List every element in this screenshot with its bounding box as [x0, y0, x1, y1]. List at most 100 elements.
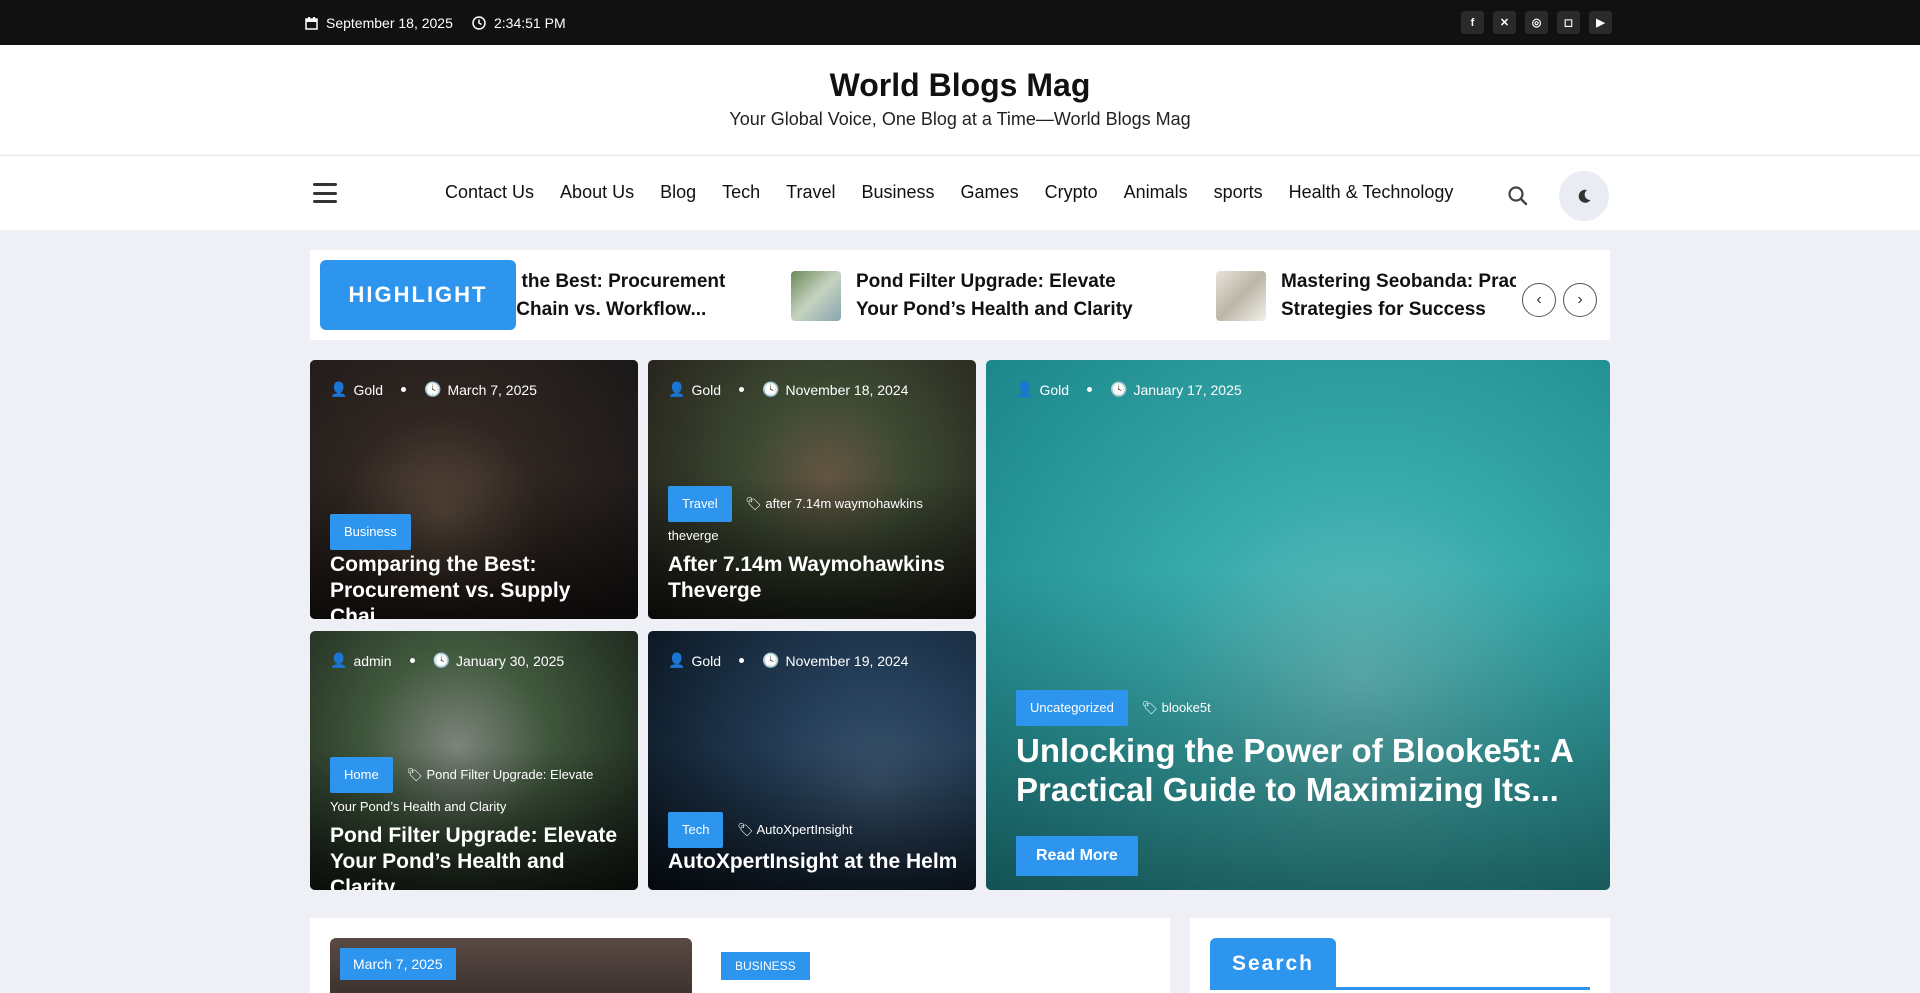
post-categories: Travel 🏷 after 7.14m waymohawkins thever… — [668, 486, 958, 550]
moon-icon — [1578, 189, 1591, 203]
ticker-prev-button[interactable]: ‹ — [1522, 283, 1556, 317]
post-date[interactable]: March 7, 2025 — [447, 382, 537, 398]
post-meta: 👤 Gold 🕓 November 19, 2024 — [668, 652, 908, 669]
tag-icon: 🏷 — [1141, 700, 1158, 715]
site-header: World Blogs Mag Your Global Voice, One B… — [0, 45, 1920, 156]
nav-item-games[interactable]: Games — [961, 182, 1019, 203]
tag-icon: 🏷 — [745, 496, 762, 511]
facebook-icon[interactable]: f — [1461, 11, 1484, 34]
nav-item-business[interactable]: Business — [862, 182, 935, 203]
site-title[interactable]: World Blogs Mag — [0, 67, 1920, 104]
nav-item-contact-us[interactable]: Contact Us — [445, 182, 534, 203]
top-bar: September 18, 2025 2:34:51 PM f ✕ ◎ ◻ ▶ — [0, 0, 1920, 45]
clock-icon: 🕓 — [1110, 381, 1128, 397]
user-icon: 👤 — [668, 381, 686, 397]
hamburger-menu-icon[interactable] — [313, 183, 337, 203]
nav-item-about-us[interactable]: About Us — [560, 182, 634, 203]
category-badge[interactable]: Travel — [668, 486, 732, 522]
search-icon[interactable] — [1507, 185, 1529, 207]
post-meta: 👤 Gold 🕓 January 17, 2025 — [1016, 381, 1242, 398]
post-date[interactable]: January 30, 2025 — [456, 653, 564, 669]
ticker-item-title[interactable]: Pond Filter Upgrade: Elevate Your Pond’s… — [856, 268, 1146, 324]
ticker-thumbnail[interactable] — [1216, 271, 1266, 321]
youtube-icon[interactable]: ▶ — [1589, 11, 1612, 34]
dark-mode-toggle[interactable] — [1559, 171, 1609, 221]
tag-icon: 🏷 — [406, 767, 423, 782]
post-card[interactable]: 👤 Gold 🕓 November 19, 2024 Tech 🏷 AutoXp… — [648, 631, 976, 890]
site-tagline: Your Global Voice, One Blog at a Time—Wo… — [729, 109, 1191, 129]
post-tag[interactable]: blooke5t — [1162, 700, 1211, 715]
nav-item-travel[interactable]: Travel — [786, 182, 835, 203]
post-date[interactable]: November 19, 2024 — [785, 653, 908, 669]
sidebar-search-widget: Search — [1190, 918, 1610, 993]
category-badge[interactable]: Uncategorized — [1016, 690, 1128, 726]
latest-posts-section: March 7, 2025 BUSINESS — [310, 918, 1170, 993]
nav-item-crypto[interactable]: Crypto — [1045, 182, 1098, 203]
category-badge[interactable]: Tech — [668, 812, 724, 848]
post-meta: 👤 admin 🕓 January 30, 2025 — [330, 652, 564, 669]
post-author[interactable]: Gold — [691, 653, 721, 669]
post-title[interactable]: Unlocking the Power of Blooke5t: A Pract… — [1016, 731, 1580, 809]
clock-icon: 🕓 — [432, 652, 451, 668]
post-author[interactable]: Gold — [1039, 382, 1069, 398]
user-icon: 👤 — [330, 652, 348, 668]
clock-icon: 🕓 — [424, 381, 442, 397]
post-date-badge[interactable]: March 7, 2025 — [340, 948, 456, 980]
post-title[interactable]: Pond Filter Upgrade: Elevate Your Pond’s… — [330, 823, 620, 890]
clock-icon: 🕓 — [762, 652, 780, 668]
post-card[interactable]: 👤 Gold 🕓 November 18, 2024 Travel 🏷 afte… — [648, 360, 976, 619]
main-nav: Contact Us About Us Blog Tech Travel Bus… — [0, 156, 1920, 230]
post-card[interactable]: 👤 admin 🕓 January 30, 2025 Home 🏷 Pond F… — [310, 631, 638, 890]
user-icon: 👤 — [668, 652, 686, 668]
tag-icon: 🏷 — [737, 822, 754, 837]
nav-item-tech[interactable]: Tech — [722, 182, 760, 203]
ticker-next-button[interactable]: › — [1563, 283, 1597, 317]
social-links: f ✕ ◎ ◻ ▶ — [1461, 11, 1612, 34]
category-badge[interactable]: Home — [330, 757, 393, 793]
post-author[interactable]: Gold — [691, 382, 721, 398]
category-badge[interactable]: BUSINESS — [721, 952, 810, 980]
post-categories: Uncategorized 🏷 blooke5t — [1016, 690, 1211, 726]
post-date[interactable]: January 17, 2025 — [1133, 382, 1241, 398]
ticker-item[interactable]: Mastering Seobanda: Practical Strategies… — [1216, 264, 1516, 328]
ticker-item[interactable]: Comparing the Best: Procurement vs. Supp… — [516, 264, 746, 328]
user-icon: 👤 — [330, 381, 348, 397]
date-text: September 18, 2025 — [326, 15, 453, 31]
category-badge[interactable]: Business — [330, 514, 411, 550]
post-title[interactable]: After 7.14m Waymohawkins Theverge — [668, 552, 958, 604]
post-categories: Tech 🏷 AutoXpertInsight — [668, 812, 853, 848]
post-author[interactable]: admin — [353, 653, 391, 669]
x-icon[interactable]: ✕ — [1493, 11, 1516, 34]
current-time: 2:34:51 PM — [472, 15, 566, 31]
highlight-badge: HIGHLIGHT — [320, 260, 516, 330]
post-meta: 👤 Gold 🕓 March 7, 2025 — [330, 381, 537, 398]
featured-post-card[interactable]: 👤 Gold 🕓 January 17, 2025 Uncategorized … — [986, 360, 1610, 890]
ticker-item[interactable]: Pond Filter Upgrade: Elevate Your Pond’s… — [791, 264, 1146, 328]
post-categories: Home 🏷 Pond Filter Upgrade: Elevate Your… — [330, 757, 620, 821]
post-date[interactable]: November 18, 2024 — [785, 382, 908, 398]
ticker-thumbnail[interactable] — [791, 271, 841, 321]
time-text: 2:34:51 PM — [494, 15, 566, 31]
nav-item-animals[interactable]: Animals — [1124, 182, 1188, 203]
user-icon: 👤 — [1016, 381, 1034, 397]
nav-menu: Contact Us About Us Blog Tech Travel Bus… — [445, 182, 1479, 203]
post-categories: Business — [330, 514, 411, 550]
post-title[interactable]: AutoXpertInsight at the Helm — [668, 849, 958, 875]
nav-item-sports[interactable]: sports — [1214, 182, 1263, 203]
post-title[interactable]: Comparing the Best: Procurement vs. Supp… — [330, 552, 620, 619]
ticker-item-title[interactable]: Comparing the Best: Procurement vs. Supp… — [516, 268, 746, 324]
calendar-icon — [305, 16, 318, 30]
clock-icon: 🕓 — [762, 381, 780, 397]
current-date: September 18, 2025 — [305, 15, 453, 31]
post-tag[interactable]: AutoXpertInsight — [757, 822, 853, 837]
dribbble-icon[interactable]: ◎ — [1525, 11, 1548, 34]
ticker-item-title[interactable]: Mastering Seobanda: Practical Strategies… — [1281, 268, 1516, 324]
post-meta: 👤 Gold 🕓 November 18, 2024 — [668, 381, 908, 398]
nav-item-blog[interactable]: Blog — [660, 182, 696, 203]
post-card[interactable]: 👤 Gold 🕓 March 7, 2025 Business Comparin… — [310, 360, 638, 619]
instagram-icon[interactable]: ◻ — [1557, 11, 1580, 34]
nav-item-health-technology[interactable]: Health & Technology — [1289, 182, 1454, 203]
read-more-button[interactable]: Read More — [1016, 836, 1138, 876]
ticker-track: Comparing the Best: Procurement vs. Supp… — [516, 250, 1516, 340]
post-author[interactable]: Gold — [353, 382, 383, 398]
